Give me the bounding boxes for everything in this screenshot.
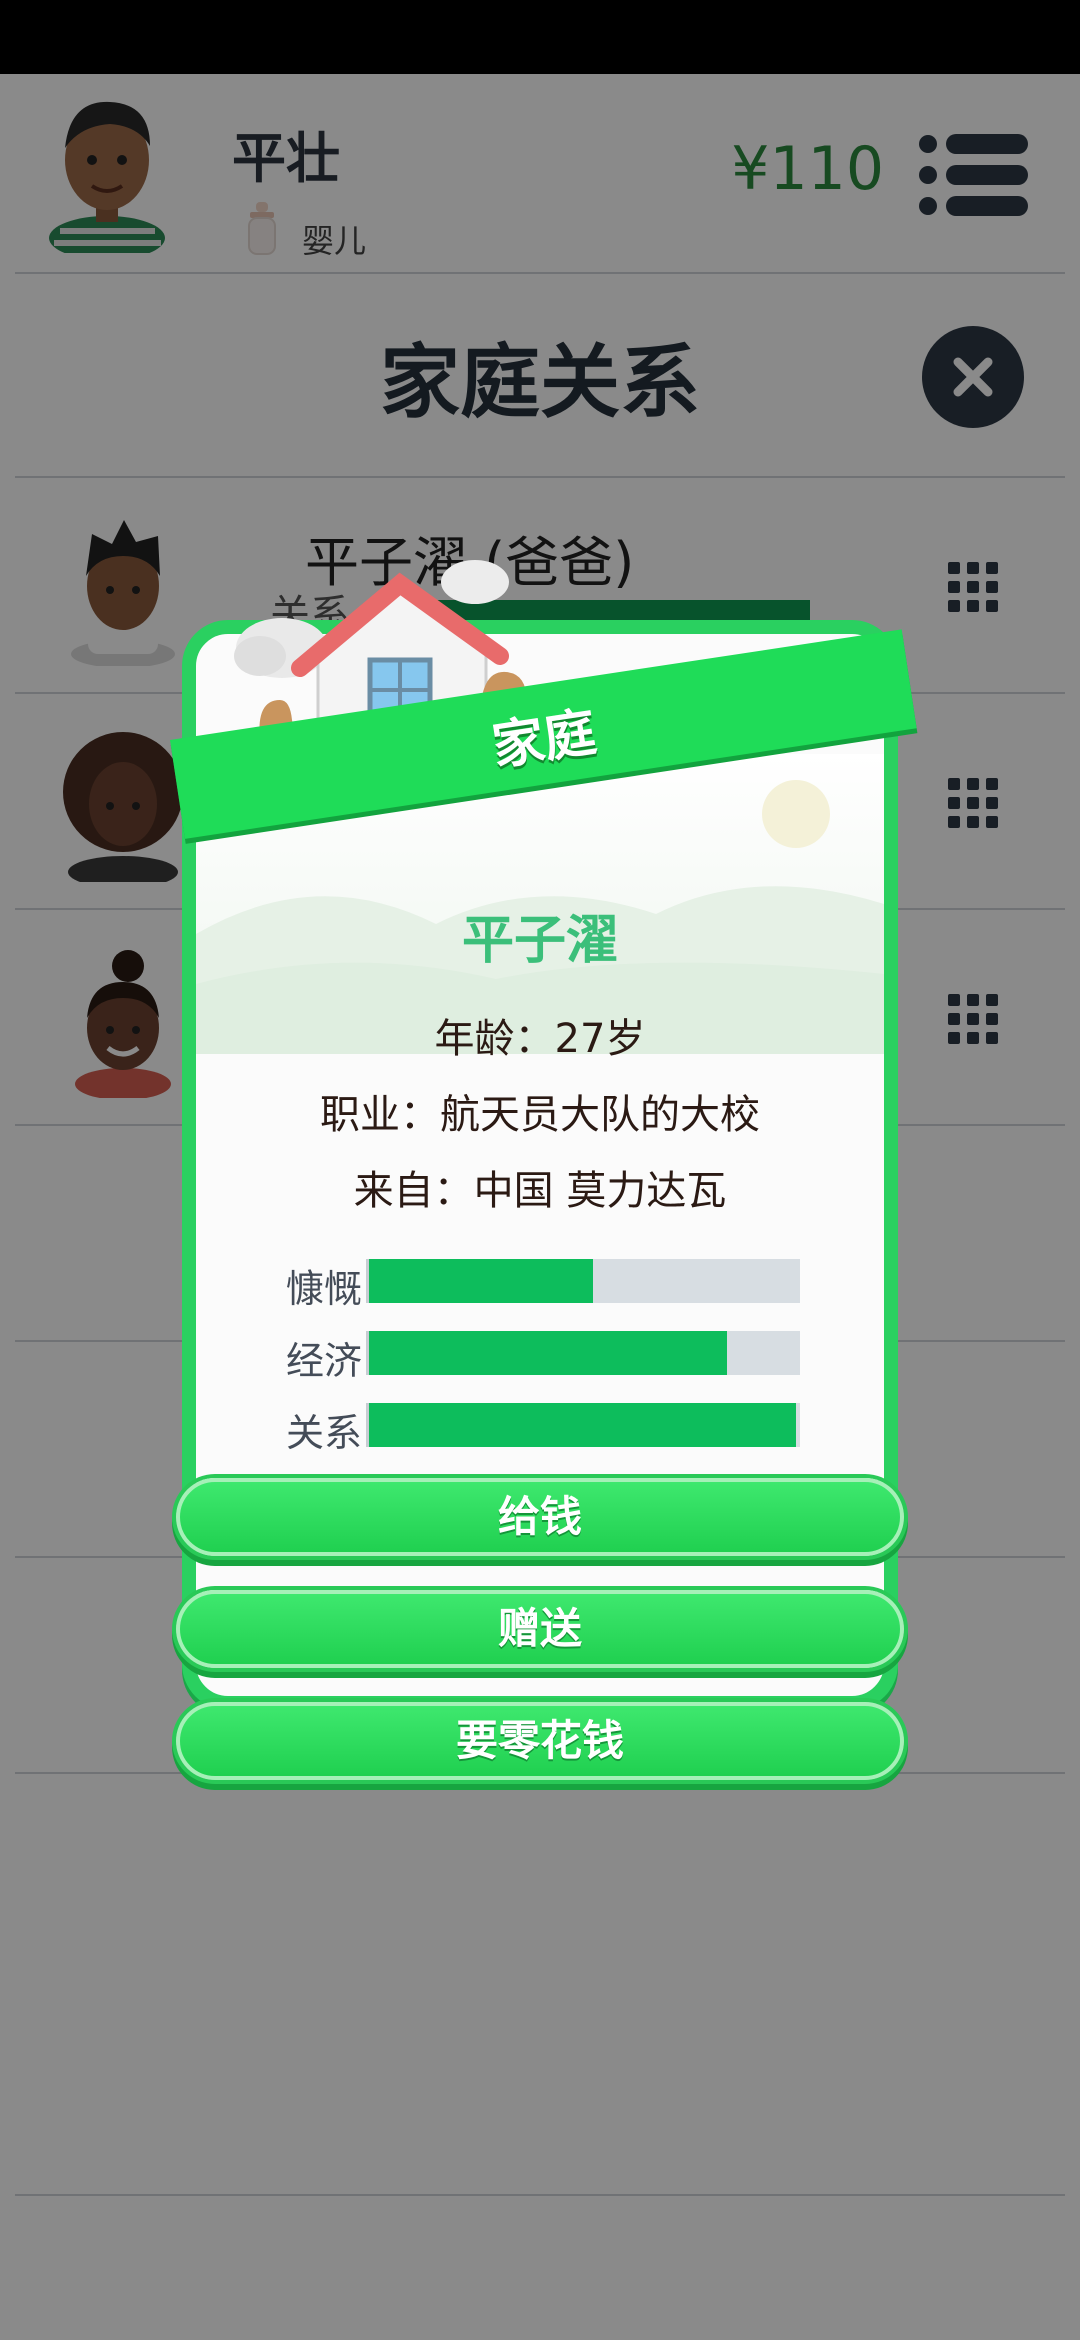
stat-label-relationship: 关系 (285, 1411, 362, 1455)
stat-bar-relationship (366, 1403, 800, 1447)
stat-fill (369, 1403, 796, 1447)
member-name: 平子濯 (461, 911, 618, 971)
stat-label-generosity: 慷慨 (285, 1267, 362, 1311)
stat-bar-generosity (366, 1259, 800, 1303)
stat-fill (369, 1331, 727, 1375)
give-money-button[interactable]: 给钱 (176, 1478, 904, 1556)
stat-bar-economy (366, 1331, 800, 1375)
gift-button[interactable]: 赠送 (176, 1590, 904, 1668)
member-age: 年龄：27岁 (434, 1016, 646, 1062)
member-origin: 来自：中国 莫力达瓦 (353, 1168, 727, 1214)
ask-allowance-button[interactable]: 要零花钱 (176, 1702, 904, 1780)
member-job: 职业：航天员大队的大校 (320, 1092, 760, 1138)
status-bar (0, 0, 1080, 74)
stat-fill (369, 1259, 594, 1303)
stat-label-economy: 经济 (285, 1339, 362, 1383)
